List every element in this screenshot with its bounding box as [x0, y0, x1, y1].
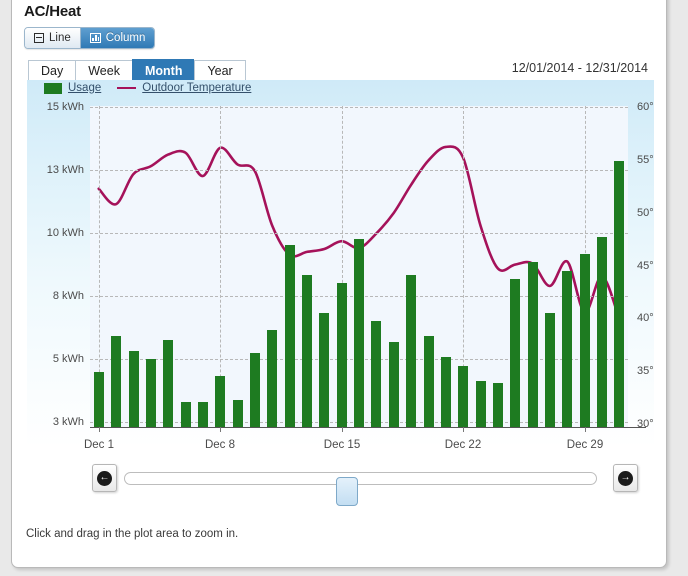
x-axis-tick-label: Dec 8: [204, 439, 236, 448]
x-axis-tick-mark: [99, 427, 100, 432]
date-range-label: 12/01/2014 - 12/31/2014: [511, 61, 648, 75]
chart-type-toggle: Line Column: [24, 27, 156, 49]
page-title: AC/Heat: [24, 3, 81, 20]
line-chart-icon: [34, 33, 44, 43]
y-axis-left-tick: 8 kWh: [52, 290, 84, 302]
usage-bar[interactable]: [319, 313, 329, 427]
y-axis-left-tick: 15 kWh: [46, 101, 84, 113]
y-axis-left: 15 kWh 13 kWh 10 kWh 8 kWh 5 kWh 3 kWh: [27, 80, 84, 448]
usage-bar[interactable]: [337, 283, 347, 427]
usage-bar[interactable]: [94, 372, 104, 427]
scroll-right-button[interactable]: →: [613, 464, 638, 492]
usage-bar[interactable]: [163, 340, 173, 427]
chart-type-line-label: Line: [49, 32, 71, 44]
app-background: AC/Heat Line Column Day Week Month Year …: [0, 0, 688, 576]
usage-bar[interactable]: [580, 254, 590, 427]
usage-bar[interactable]: [476, 381, 486, 427]
chart-type-line-button[interactable]: Line: [25, 28, 81, 48]
usage-bar[interactable]: [441, 357, 451, 427]
usage-bar[interactable]: [371, 321, 381, 427]
range-slider-thumb[interactable]: [336, 477, 358, 506]
y-axis-left-tick: 10 kWh: [46, 227, 84, 239]
gridline-horizontal: [90, 170, 628, 171]
y-axis-right: 60° 55° 50° 45° 40° 35° 30°: [633, 80, 654, 448]
legend-label-outdoor-temperature: Outdoor Temperature: [142, 82, 252, 94]
usage-chart[interactable]: Usage Outdoor Temperature 15 kWh 13 kWh 10…: [27, 80, 654, 448]
temperature-line-icon: [117, 87, 137, 89]
usage-bar[interactable]: [129, 351, 139, 427]
column-chart-icon: [89, 33, 101, 43]
range-slider-row: ← →: [12, 461, 668, 506]
ac-heat-panel: AC/Heat Line Column Day Week Month Year …: [11, 0, 667, 568]
usage-bar[interactable]: [267, 330, 277, 427]
usage-bar[interactable]: [233, 400, 243, 427]
x-axis-tick-label: Dec 29: [566, 439, 604, 448]
y-axis-right-tick: 30°: [637, 418, 654, 430]
y-axis-right-tick: 40°: [637, 312, 654, 324]
x-axis-tick-label: Dec 22: [444, 439, 482, 448]
usage-bar[interactable]: [285, 245, 295, 427]
usage-bar[interactable]: [146, 359, 156, 427]
y-axis-right-tick: 50°: [637, 207, 654, 219]
y-axis-right-tick: 55°: [637, 154, 654, 166]
y-axis-left-tick: 3 kWh: [52, 416, 84, 428]
range-slider-track[interactable]: [124, 472, 597, 506]
usage-bar[interactable]: [406, 275, 416, 427]
period-tabs: Day Week Month Year: [28, 59, 246, 81]
usage-bar[interactable]: [302, 275, 312, 427]
usage-bar[interactable]: [493, 383, 503, 427]
usage-bar[interactable]: [528, 262, 538, 427]
x-axis-tick-label: Dec 1: [83, 439, 115, 448]
tab-week[interactable]: Week: [75, 60, 132, 81]
y-axis-left-tick: 5 kWh: [52, 353, 84, 365]
usage-bar[interactable]: [215, 376, 225, 427]
gridline-horizontal: [90, 233, 628, 234]
scroll-left-button[interactable]: ←: [92, 464, 117, 492]
x-axis-tick-mark: [585, 427, 586, 432]
usage-bar[interactable]: [198, 402, 208, 427]
usage-bar[interactable]: [389, 342, 399, 427]
tab-day[interactable]: Day: [28, 60, 76, 81]
x-axis-tick-mark: [220, 427, 221, 432]
usage-bar[interactable]: [181, 402, 191, 427]
usage-bar[interactable]: [111, 336, 121, 427]
usage-bar[interactable]: [597, 237, 607, 427]
usage-bar[interactable]: [510, 279, 520, 427]
zoom-hint-text: Click and drag in the plot area to zoom …: [26, 528, 239, 540]
usage-bar[interactable]: [614, 161, 624, 427]
tab-month[interactable]: Month: [131, 59, 195, 81]
usage-bar[interactable]: [354, 239, 364, 427]
y-axis-left-tick: 13 kWh: [46, 164, 84, 176]
x-axis-tick-mark: [463, 427, 464, 432]
gridline-horizontal: [90, 107, 628, 108]
x-axis-tick-label: Dec 15: [323, 439, 361, 448]
arrow-left-icon: ←: [97, 470, 112, 486]
y-axis-right-tick: 60°: [637, 101, 654, 113]
chart-type-column-button[interactable]: Column: [80, 28, 155, 48]
arrow-right-icon: →: [618, 470, 633, 486]
chart-type-column-label: Column: [105, 32, 146, 44]
x-axis-tick-mark: [342, 427, 343, 432]
usage-bar[interactable]: [562, 271, 572, 427]
tab-year[interactable]: Year: [194, 60, 246, 81]
y-axis-right-tick: 35°: [637, 365, 654, 377]
usage-bar[interactable]: [424, 336, 434, 427]
usage-bar[interactable]: [545, 313, 555, 427]
usage-bar[interactable]: [458, 366, 468, 427]
x-axis-line: [90, 427, 646, 428]
plot-area[interactable]: [90, 106, 628, 427]
legend-item-outdoor-temperature[interactable]: Outdoor Temperature: [117, 82, 251, 94]
y-axis-right-tick: 45°: [637, 260, 654, 272]
usage-bar[interactable]: [250, 353, 260, 427]
